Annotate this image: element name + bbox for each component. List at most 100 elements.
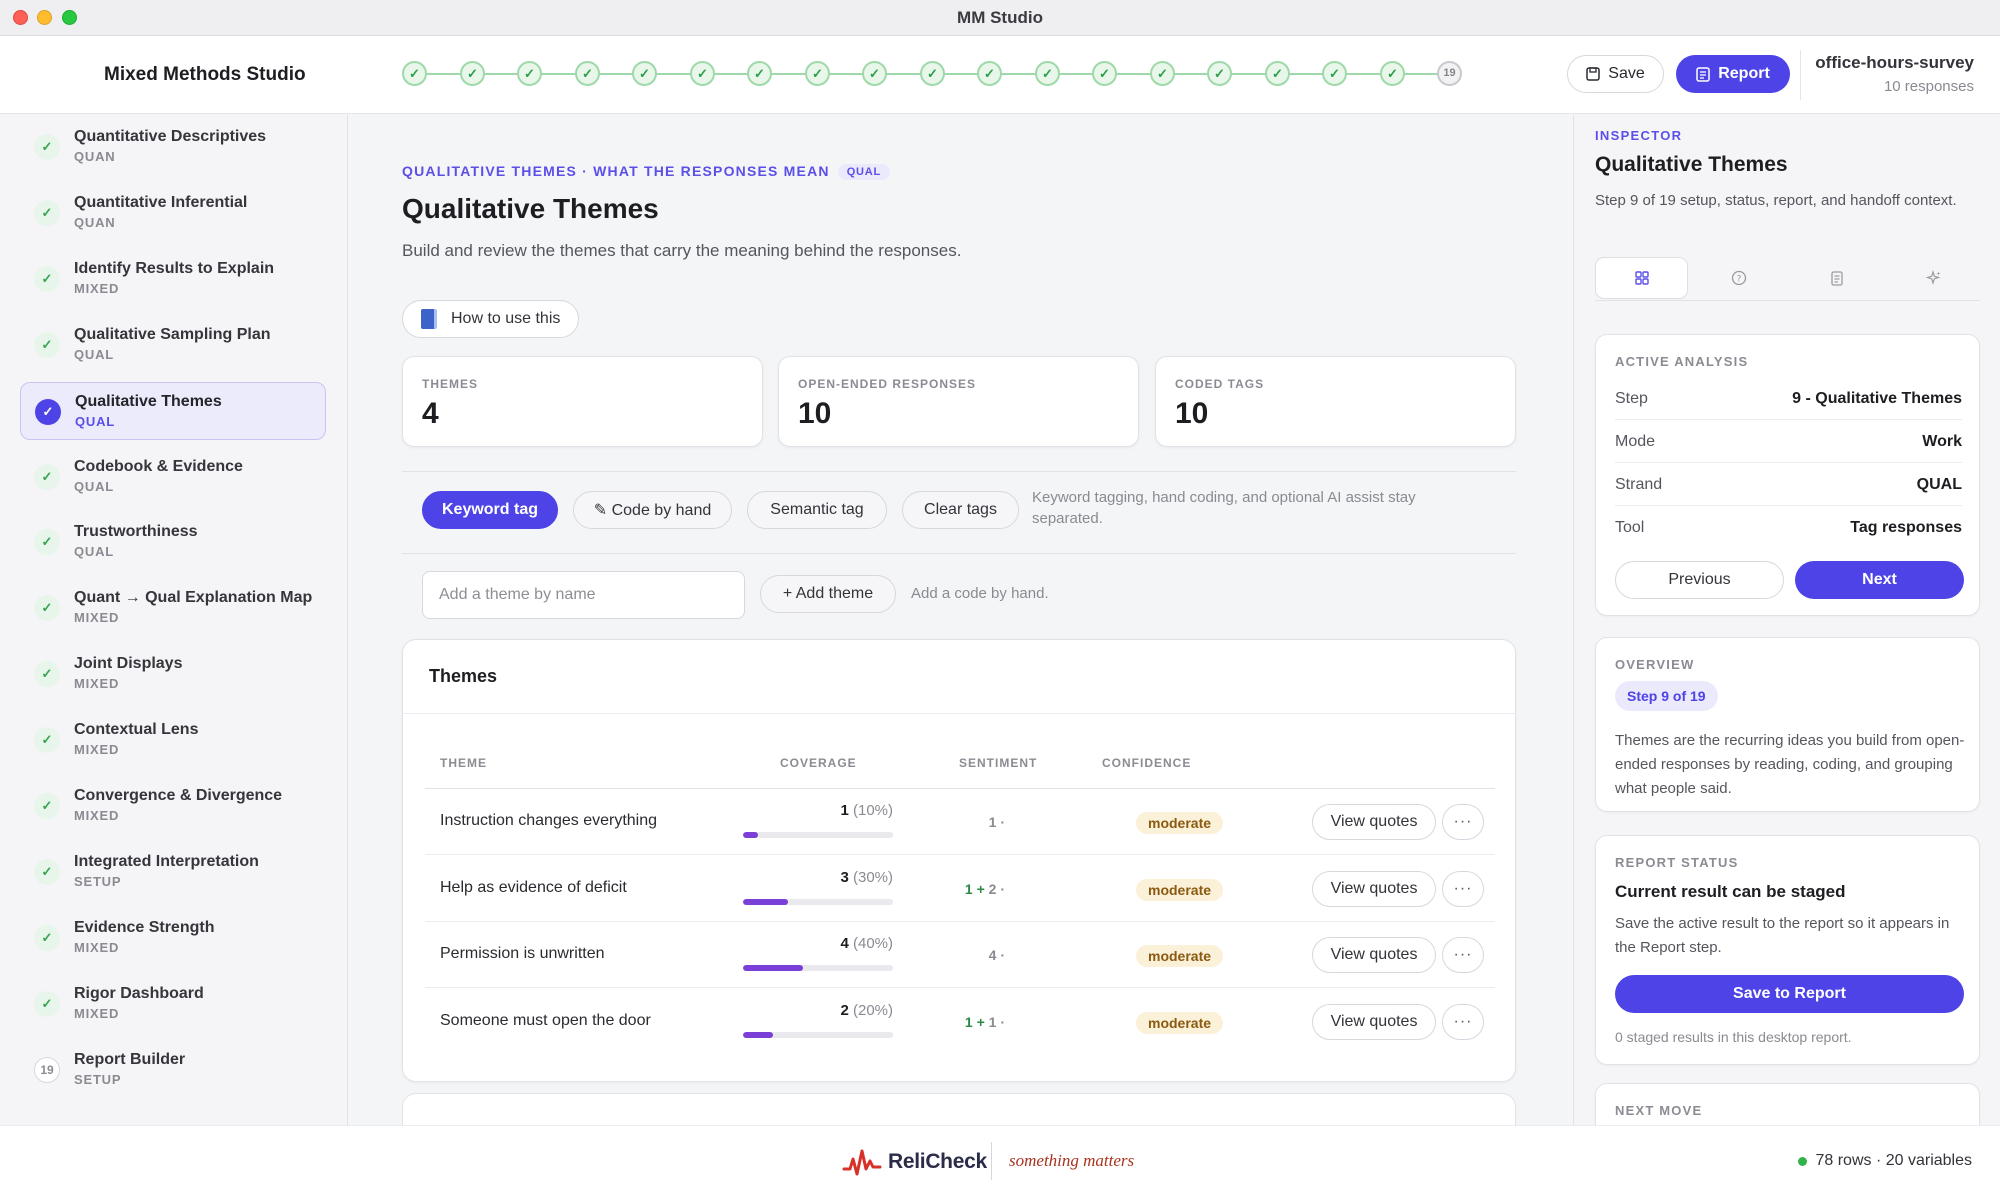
semantic-tag-button[interactable]: Semantic tag	[747, 491, 887, 529]
step-dot-complete[interactable]: ✓	[1150, 61, 1175, 86]
keyword-tag-button[interactable]: Keyword tag	[422, 491, 558, 529]
step-dot-current[interactable]: 19	[1437, 61, 1462, 86]
previous-step-button[interactable]: Previous	[1615, 561, 1784, 599]
more-options-button[interactable]: ···	[1442, 1003, 1484, 1040]
stat-label: OPEN-ENDED RESPONSES	[798, 377, 977, 391]
tab-notes[interactable]	[1790, 257, 1883, 299]
step-dot-complete[interactable]: ✓	[1322, 61, 1347, 86]
report-status-description: Save the active result to the report so …	[1615, 915, 1950, 956]
clear-tags-button[interactable]: Clear tags	[902, 491, 1019, 529]
view-quotes-button[interactable]: View quotes	[1312, 1003, 1436, 1040]
checkmark-icon: ✓	[34, 331, 60, 358]
code-by-hand-button[interactable]: ✎ Code by hand	[573, 491, 732, 529]
tab-ai-assist[interactable]	[1887, 257, 1980, 299]
save-button[interactable]: Save	[1567, 55, 1664, 93]
report-status-card: REPORT STATUS Current result can be stag…	[1595, 835, 1980, 1065]
analysis-mode-value: Work	[1922, 433, 1962, 450]
sidebar-item-quantitative-descriptives[interactable]: ✓ Quantitative Descriptives QUAN	[20, 118, 326, 176]
coverage-bar-fill	[743, 965, 803, 971]
checkmark-icon: ✓	[34, 793, 60, 819]
stat-card-coded-tags: CODED TAGS 10	[1155, 356, 1516, 447]
step-dot-complete[interactable]: ✓	[517, 61, 542, 86]
window-title: MM Studio	[957, 8, 1043, 27]
sidebar-item-quantitative-inferential[interactable]: ✓ Quantitative Inferential QUAN	[20, 184, 326, 242]
sidebar-item-evidence-strength[interactable]: ✓ Evidence Strength MIXED	[20, 909, 326, 967]
tab-help[interactable]: ?	[1692, 257, 1785, 299]
table-row: Someone must open the door 2 (20%) 1 + 1 ·…	[425, 989, 1495, 1055]
theme-name[interactable]: Instruction changes everything	[440, 812, 657, 830]
sidebar-item-label: Report Builder	[74, 1050, 186, 1068]
step-dot-complete[interactable]: ✓	[977, 61, 1002, 86]
step-dot-complete[interactable]: ✓	[575, 61, 600, 86]
step-dot-complete[interactable]: ✓	[402, 61, 427, 86]
sentiment-positive: 1	[964, 880, 973, 897]
main-content: QUALITATIVE THEMES · WHAT THE RESPONSES …	[349, 115, 1572, 1125]
add-theme-button[interactable]: + Add theme	[760, 575, 896, 613]
save-to-report-button[interactable]: Save to Report	[1615, 975, 1964, 1013]
sidebar-item-integrated-interpretation[interactable]: ✓ Integrated Interpretation SETUP	[20, 843, 326, 901]
step-dot-complete[interactable]: ✓	[1092, 61, 1117, 86]
step-dot-complete[interactable]: ✓	[862, 61, 887, 86]
sidebar-item-convergence-divergence[interactable]: ✓ Convergence & Divergence MIXED	[20, 777, 326, 835]
more-options-button[interactable]: ···	[1442, 804, 1484, 840]
theme-name[interactable]: Permission is unwritten	[440, 945, 605, 963]
sidebar-item-label: Evidence Strength	[74, 918, 215, 936]
sentiment-neutral: 2	[988, 880, 997, 897]
more-options-button[interactable]: ···	[1442, 937, 1484, 973]
sidebar-item-contextual-lens[interactable]: ✓ Contextual Lens MIXED	[20, 711, 326, 769]
overview-text: Themes are the recurring ideas you build…	[1615, 732, 1965, 797]
tab-overview-grid[interactable]	[1595, 257, 1688, 299]
sidebar-item-qualitative-themes[interactable]: ✓ Qualitative Themes QUAL	[20, 381, 326, 440]
theme-name-input[interactable]	[422, 571, 745, 619]
column-header-coverage[interactable]: COVERAGE	[780, 756, 857, 770]
step-sidebar: ✓ Quantitative Descriptives QUAN ✓ Quantitat…	[0, 115, 348, 1125]
view-quotes-button[interactable]: View quotes	[1312, 804, 1436, 840]
project-name[interactable]: office-hours-survey	[1815, 53, 1974, 73]
analysis-strand-key: Strand	[1615, 476, 1663, 493]
sidebar-item-joint-displays[interactable]: ✓ Joint Displays MIXED	[20, 645, 326, 703]
sidebar-item-report-builder[interactable]: 19 Report Builder SETUP	[20, 1041, 326, 1099]
stat-value: 4	[422, 397, 439, 430]
checkmark-icon: ✓	[34, 529, 60, 556]
coverage-bar	[743, 1031, 893, 1038]
sidebar-item-codebook-evidence[interactable]: ✓ Codebook & Evidence QUAL	[20, 448, 326, 506]
sidebar-item-label: Identify Results to Explain	[74, 259, 275, 277]
footer-divider	[991, 1142, 992, 1180]
sidebar-item-rigor-dashboard[interactable]: ✓ Rigor Dashboard MIXED	[20, 975, 326, 1033]
step-dot-complete[interactable]: ✓	[1035, 61, 1060, 86]
theme-name[interactable]: Help as evidence of deficit	[440, 879, 627, 897]
sentiment-neutral: 1	[988, 814, 997, 830]
view-quotes-button[interactable]: View quotes	[1312, 870, 1436, 907]
column-header-theme[interactable]: THEME	[440, 756, 487, 770]
report-button[interactable]: Report	[1676, 55, 1790, 93]
step-dot-complete[interactable]: ✓	[1207, 61, 1232, 86]
step-dot-complete[interactable]: ✓	[690, 61, 715, 86]
stat-value: 10	[1175, 397, 1209, 430]
how-to-use-button[interactable]: How to use this	[402, 300, 580, 338]
checkmark-icon: ✓	[34, 990, 60, 1017]
sidebar-item-identify-results-to-explain[interactable]: ✓ Identify Results to Explain MIXED	[20, 250, 326, 308]
sidebar-item-trustworthiness[interactable]: ✓ Trustworthiness QUAL	[20, 513, 326, 571]
sentiment-separator: ·	[1000, 880, 1005, 897]
more-options-button[interactable]: ···	[1442, 870, 1484, 907]
sidebar-item-strand: MIXED	[74, 939, 120, 955]
analysis-strand-value: QUAL	[1916, 476, 1962, 493]
sidebar-item-qualitative-sampling-plan[interactable]: ✓ Qualitative Sampling Plan QUAL	[20, 316, 326, 374]
step-dot-complete[interactable]: ✓	[1380, 61, 1405, 86]
relicheck-logo-text: ReliCheck	[888, 1150, 987, 1173]
step-dot-complete[interactable]: ✓	[805, 61, 830, 86]
next-step-button[interactable]: Next	[1795, 561, 1964, 599]
step-dot-complete[interactable]: ✓	[747, 61, 772, 86]
step-dot-complete[interactable]: ✓	[460, 61, 485, 86]
report-button-label: Report	[1718, 65, 1770, 82]
step-dot-complete[interactable]: ✓	[1265, 61, 1290, 86]
theme-name[interactable]: Someone must open the door	[440, 1012, 651, 1030]
sidebar-item-strand: SETUP	[74, 873, 122, 889]
column-header-sentiment[interactable]: SENTIMENT	[959, 756, 1037, 770]
inspector-title: Qualitative Themes	[1595, 153, 1788, 176]
step-dot-complete[interactable]: ✓	[632, 61, 657, 86]
step-dot-complete[interactable]: ✓	[920, 61, 945, 86]
column-header-confidence[interactable]: CONFIDENCE	[1102, 756, 1191, 770]
sidebar-item-quant-qual-explanation-map[interactable]: ✓ Quant → Qual Explanation Map MIXED	[20, 579, 326, 637]
view-quotes-button[interactable]: View quotes	[1312, 937, 1436, 973]
